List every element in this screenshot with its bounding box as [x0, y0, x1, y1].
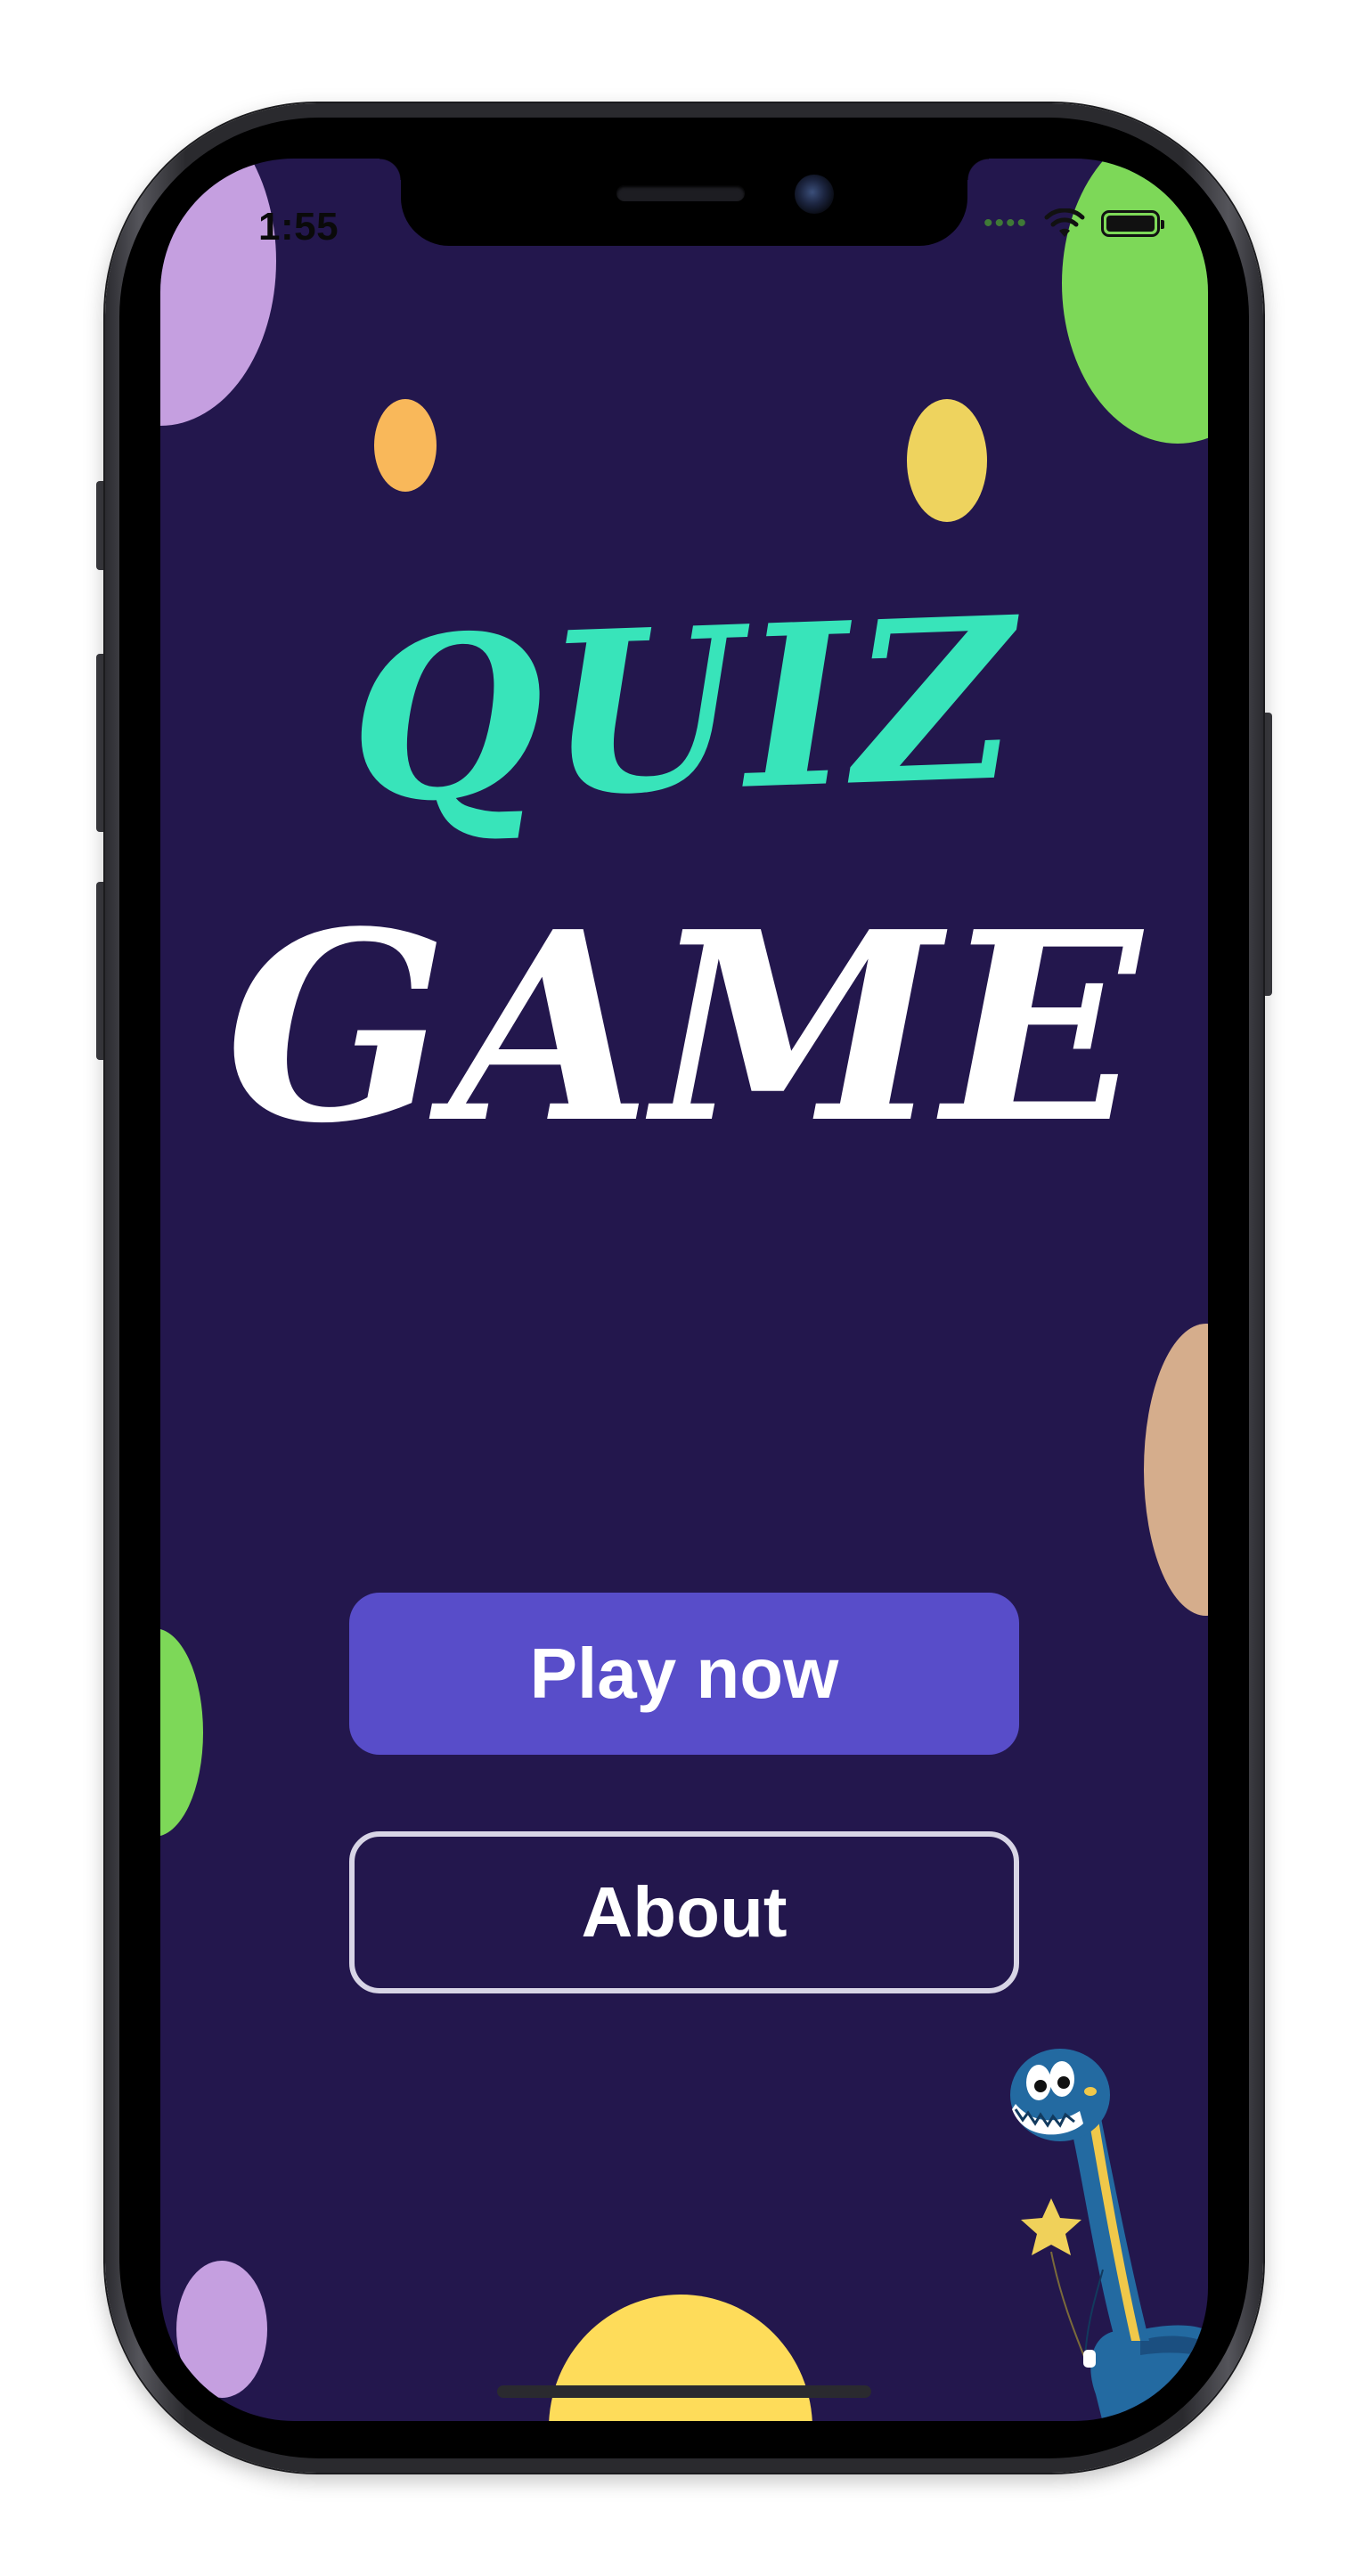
green-blob-left: [160, 1628, 203, 1837]
status-time: 1:55: [258, 205, 339, 249]
orange-dot: [374, 399, 437, 492]
device-mockup: 1:55 •••• QUIZ GAME Play now About: [0, 0, 1363, 2576]
signal-icon: ••••: [983, 208, 1028, 238]
play-now-button[interactable]: Play now: [349, 1593, 1019, 1755]
home-indicator[interactable]: [497, 2385, 871, 2398]
yellow-semicircle-bottom: [549, 2295, 812, 2421]
wifi-icon: [1044, 208, 1085, 237]
front-camera-icon: [795, 175, 834, 214]
notch: [380, 159, 989, 246]
purple-dot-bottom-left: [176, 2261, 267, 2398]
title-quiz: QUIZ: [345, 567, 1024, 853]
speaker-grille: [616, 185, 745, 201]
yellow-dot: [907, 399, 987, 522]
green-blob-top-right: [1062, 159, 1208, 444]
purple-blob-top-left: [160, 159, 276, 426]
about-button[interactable]: About: [349, 1831, 1019, 1993]
status-icons: ••••: [983, 208, 1164, 239]
title-game: GAME: [225, 875, 1143, 1180]
app-screen: 1:55 •••• QUIZ GAME Play now About: [160, 159, 1208, 2421]
dinosaur-mascot-illustration: [1010, 2049, 1208, 2421]
tan-blob-right: [1144, 1324, 1208, 1616]
battery-full-icon: [1101, 210, 1164, 237]
